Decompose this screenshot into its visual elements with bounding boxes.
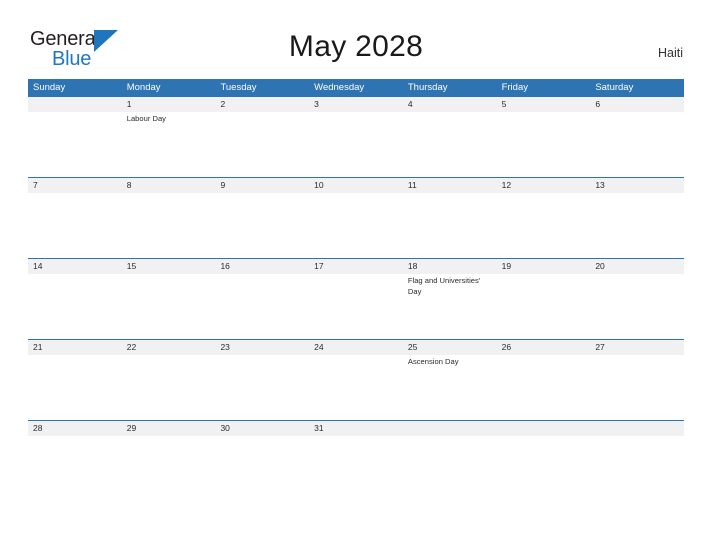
page-title: May 2028 — [288, 30, 424, 63]
calendar-day-cell[interactable]: 26 — [497, 340, 591, 420]
calendar-day-cell[interactable]: 9 — [215, 178, 309, 258]
calendar-week-row: 1 Labour Day 2 3 4 5 6 — [28, 97, 684, 177]
calendar-day-cell[interactable]: 8 — [122, 178, 216, 258]
day-events: Ascension Day — [408, 355, 492, 368]
calendar-day-cell[interactable]: 16 — [215, 259, 309, 339]
calendar-day-cell[interactable]: 23 — [215, 340, 309, 420]
day-number: 7 — [33, 180, 38, 190]
calendar-day-cell[interactable]: 10 — [309, 178, 403, 258]
calendar-week-cells: 14 15 16 17 18 Flag and Universities' Day 19 20 — [28, 259, 684, 339]
weekday-header-thursday: Thursday — [407, 82, 448, 93]
calendar-day-cell[interactable]: 21 — [28, 340, 122, 420]
day-events: Labour Day — [127, 112, 211, 125]
day-number: 27 — [595, 342, 605, 352]
weekday-header-row: Sunday Monday Tuesday Wednesday Thursday… — [28, 79, 684, 97]
calendar-day-cell[interactable]: 20 — [590, 259, 684, 339]
day-number: 4 — [407, 99, 413, 109]
calendar-day-cell[interactable]: 1 Labour Day — [122, 97, 216, 177]
calendar-day-cell[interactable]: 31 — [309, 421, 403, 441]
holiday-label: Ascension Day — [407, 357, 459, 366]
calendar-day-cell[interactable]: 15 — [122, 259, 216, 339]
day-number: 24 — [314, 342, 324, 352]
calendar-day-cell[interactable]: 13 — [590, 178, 684, 258]
day-number: 11 — [407, 180, 417, 190]
calendar-day-cell[interactable]: 29 — [122, 421, 216, 441]
day-number: 8 — [126, 180, 132, 190]
day-number: 20 — [595, 261, 605, 271]
calendar-day-cell[interactable]: 2 — [215, 97, 309, 177]
calendar-day-cell-empty — [28, 97, 122, 177]
day-number: 17 — [314, 261, 324, 271]
day-number: 16 — [220, 261, 230, 271]
day-number: 30 — [220, 423, 230, 433]
day-number: 26 — [501, 342, 512, 352]
day-number: 25 — [407, 342, 418, 352]
calendar-day-cell[interactable]: 3 — [309, 97, 403, 177]
calendar-day-cell[interactable]: 30 — [215, 421, 309, 441]
calendar-week-row: 28 29 30 31 — [28, 420, 684, 441]
day-number: 6 — [595, 99, 601, 109]
calendar-day-cell[interactable]: 6 — [590, 97, 684, 177]
calendar-day-cell[interactable]: 17 — [309, 259, 403, 339]
day-number: 2 — [220, 99, 226, 109]
calendar-week-cells: 1 Labour Day 2 3 4 5 6 — [28, 97, 684, 177]
day-number: 31 — [314, 423, 324, 433]
day-number: 15 — [126, 261, 137, 271]
calendar-day-cell[interactable]: 4 — [403, 97, 497, 177]
weekday-header-monday: Monday — [126, 82, 161, 93]
day-number: 28 — [33, 423, 43, 433]
day-number: 29 — [126, 423, 137, 433]
day-number: 23 — [220, 342, 230, 352]
day-number: 21 — [33, 342, 43, 352]
calendar-weeks: 1 Labour Day 2 3 4 5 6 7 8 9 10 11 12 13 14 15 16 17 18 Fla… — [28, 97, 684, 441]
weekday-header-friday: Friday — [501, 82, 528, 93]
day-number: 14 — [33, 261, 43, 271]
calendar-week-row: 14 15 16 17 18 Flag and Universities' Day 19 20 — [28, 258, 684, 339]
calendar-week-row: 7 8 9 10 11 12 13 — [28, 177, 684, 258]
calendar-week-cells: 28 29 30 31 — [28, 421, 684, 441]
day-number: 18 — [407, 261, 418, 271]
calendar-day-cell[interactable]: 28 — [28, 421, 122, 441]
calendar-day-cell[interactable]: 7 — [28, 178, 122, 258]
country-label: Haiti — [657, 46, 683, 60]
day-number: 19 — [501, 261, 512, 271]
day-number: 22 — [126, 342, 137, 352]
calendar-day-cell[interactable]: 24 — [309, 340, 403, 420]
calendar-week-cells: 7 8 9 10 11 12 13 — [28, 178, 684, 258]
day-number: 12 — [501, 180, 512, 190]
calendar-week-cells: 21 22 23 24 25 Ascension Day 26 27 — [28, 340, 684, 420]
day-number: 5 — [501, 99, 507, 109]
page-header: General Blue May 2028 Haiti — [0, 0, 712, 78]
calendar-day-cell[interactable]: 11 — [403, 178, 497, 258]
calendar-day-cell[interactable]: 14 — [28, 259, 122, 339]
calendar-day-cell-empty — [403, 421, 497, 441]
day-number: 13 — [595, 180, 605, 190]
calendar-day-cell[interactable]: 22 — [122, 340, 216, 420]
day-number: 3 — [314, 99, 319, 109]
day-number: 1 — [126, 99, 132, 109]
calendar-day-cell-empty — [590, 421, 684, 441]
holiday-label: Flag and Universities' Day — [407, 276, 481, 296]
weekday-header-sunday: Sunday — [33, 82, 66, 93]
day-number: 10 — [314, 180, 324, 190]
calendar-day-cell[interactable]: 25 Ascension Day — [403, 340, 497, 420]
calendar-day-cell[interactable]: 19 — [497, 259, 591, 339]
calendar-day-cell[interactable]: 5 — [497, 97, 591, 177]
weekday-header-wednesday: Wednesday — [314, 82, 365, 93]
day-number: 9 — [220, 180, 226, 190]
calendar-day-cell[interactable]: 27 — [590, 340, 684, 420]
weekday-header-saturday: Saturday — [595, 82, 634, 93]
calendar-day-cell[interactable]: 12 — [497, 178, 591, 258]
calendar-week-row: 21 22 23 24 25 Ascension Day 26 27 — [28, 339, 684, 420]
calendar-day-cell-empty — [497, 421, 591, 441]
day-events: Flag and Universities' Day — [408, 274, 492, 297]
weekday-header-tuesday: Tuesday — [220, 82, 257, 93]
calendar-day-cell[interactable]: 18 Flag and Universities' Day — [403, 259, 497, 339]
calendar-grid: Sunday Monday Tuesday Wednesday Thursday… — [28, 79, 684, 441]
holiday-label: Labour Day — [126, 114, 166, 123]
